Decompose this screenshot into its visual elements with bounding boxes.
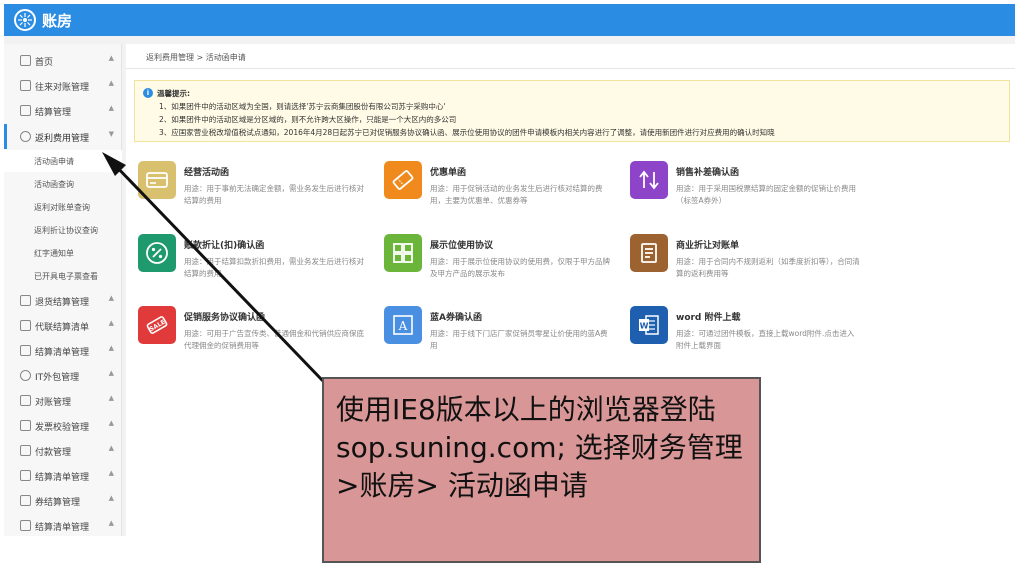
callout-text: 使用IE8版本以上的浏览器登陆sop.suning.com; 选择财务管理>账房… bbox=[336, 393, 743, 502]
instruction-callout: 使用IE8版本以上的浏览器登陆sop.suning.com; 选择财务管理>账房… bbox=[322, 377, 761, 563]
